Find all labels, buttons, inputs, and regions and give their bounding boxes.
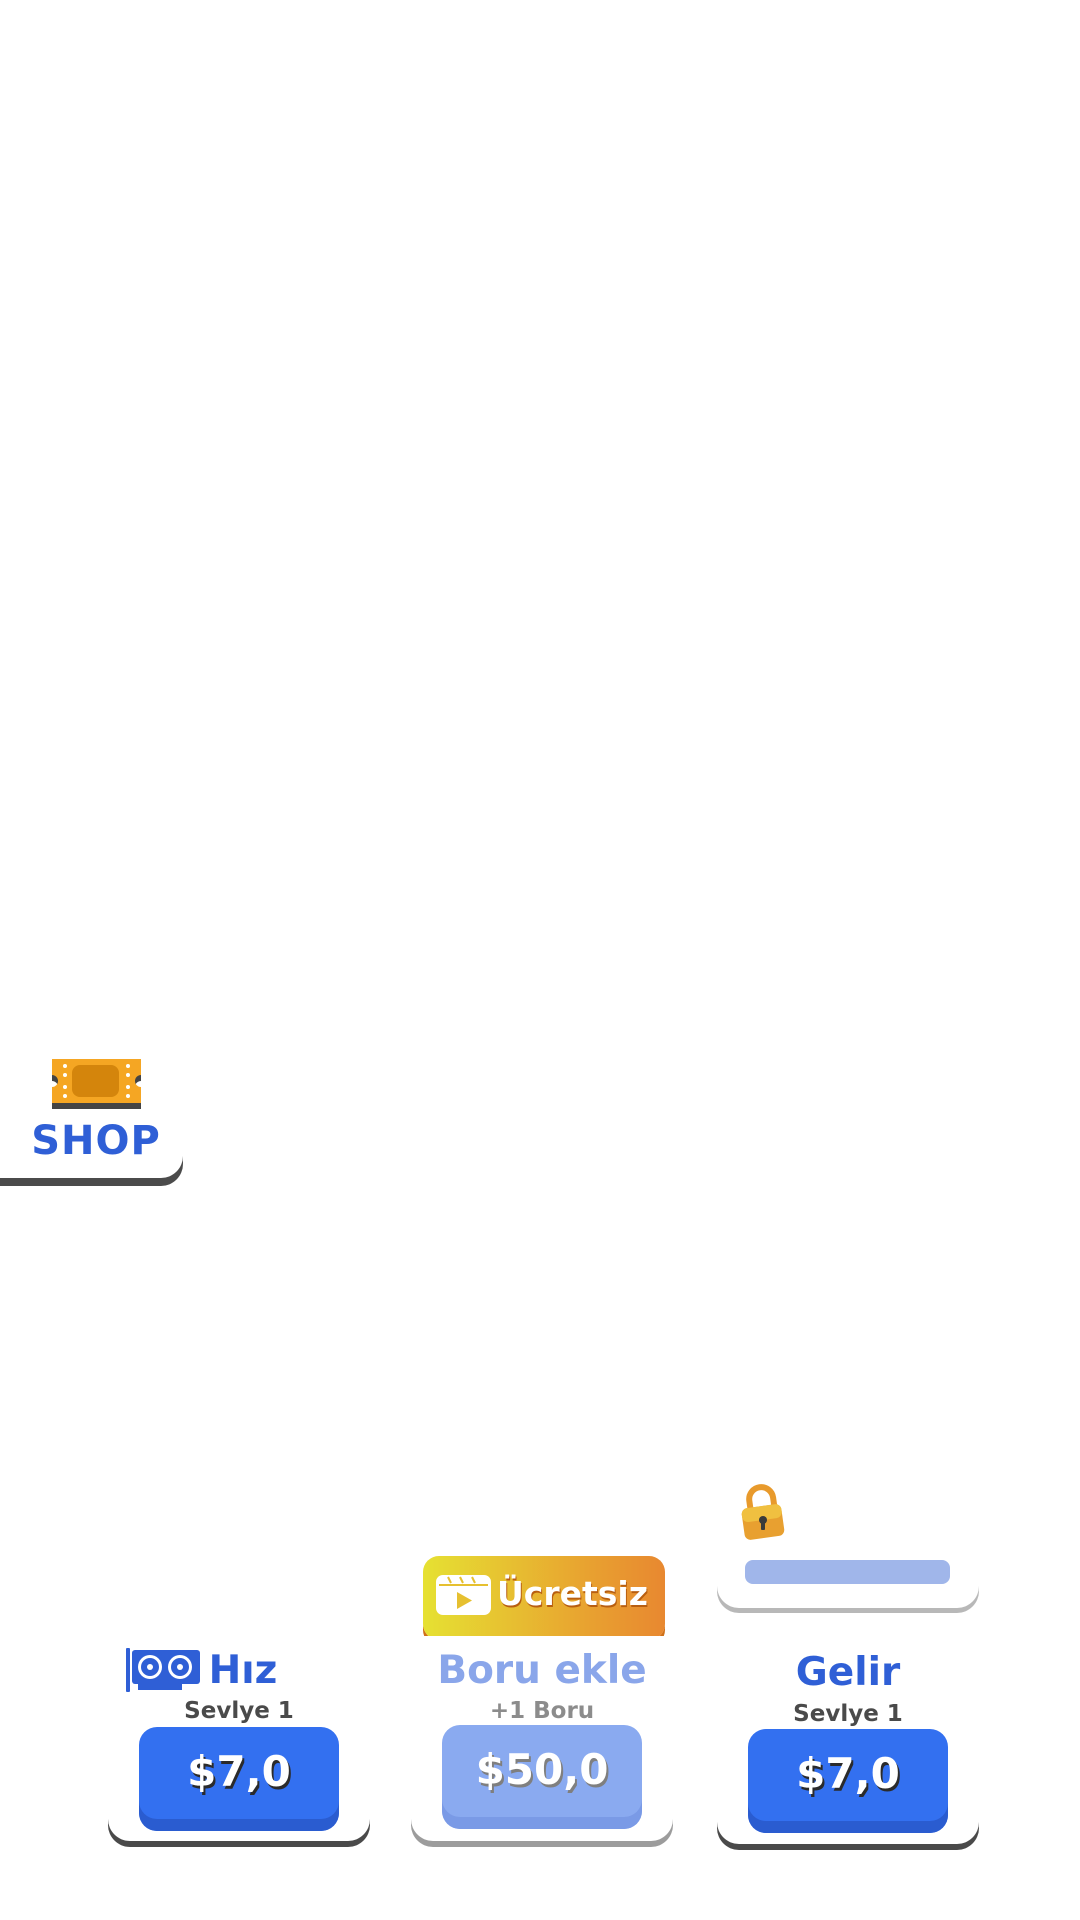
shop-tab[interactable]: SHOP [0,1040,183,1178]
income-buy-button[interactable]: $7,0 [748,1729,948,1833]
speed-title: Hız [208,1648,278,1693]
add-pipe-buy-button[interactable]: $50,0 [442,1725,642,1829]
speed-buy-button[interactable]: $7,0 [139,1727,339,1831]
add-pipe-subtitle: +1 Boru [489,1698,595,1724]
lock-icon [741,1484,785,1540]
income-level: Sevlye 1 [793,1701,903,1727]
shop-label: SHOP [31,1118,161,1164]
ticket-icon [52,1059,141,1109]
locked-upgrade-card [717,1544,979,1608]
free-video-button[interactable]: Ücretsiz [423,1556,665,1640]
add-pipe-card: Boru ekle +1 Boru $50,0 [411,1636,673,1841]
speed-upgrade-card: Hız Sevlye 1 $7,0 [108,1636,370,1841]
income-title: Gelir [795,1650,901,1695]
video-play-icon [436,1575,491,1615]
locked-progress-bar [745,1560,950,1584]
add-pipe-title: Boru ekle [437,1648,647,1693]
free-label: Ücretsiz [497,1574,648,1613]
speed-level: Sevlye 1 [184,1698,294,1724]
income-upgrade-card: Gelir Sevlye 1 $7,0 [717,1636,979,1844]
